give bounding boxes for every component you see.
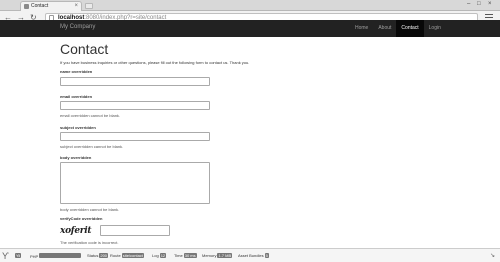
log-badge: 12 bbox=[159, 253, 167, 258]
email-error: email overridden cannot be blank. bbox=[60, 113, 121, 118]
email-input[interactable] bbox=[60, 101, 210, 110]
favicon-icon bbox=[24, 4, 29, 9]
time-badge: 30 ms bbox=[183, 253, 197, 258]
subject-input[interactable] bbox=[60, 132, 210, 141]
name-label: name overridden bbox=[60, 69, 93, 74]
status-block[interactable]: Status 200 bbox=[87, 253, 109, 258]
route-badge: site/contact bbox=[121, 253, 144, 258]
body-label: body overridden bbox=[60, 155, 92, 160]
yii-logo-icon[interactable]: ϒ bbox=[2, 251, 12, 261]
log-label: Log bbox=[152, 253, 159, 258]
asset-bundles-label: Asset Bundles bbox=[238, 253, 264, 258]
nav-about[interactable]: About bbox=[373, 20, 396, 37]
yii-version-block[interactable]: Yii bbox=[14, 253, 22, 258]
contact-form: name overridden email overridden email o… bbox=[60, 0, 260, 248]
asset-bundles-badge: 5 bbox=[264, 253, 269, 258]
verify-code-error: The verification code is incorrect. bbox=[60, 240, 119, 245]
verify-code-label: verifyCode overridden bbox=[60, 216, 103, 221]
status-label: Status bbox=[87, 253, 99, 258]
body-error: body overridden cannot be blank. bbox=[60, 207, 120, 212]
time-label: Time bbox=[174, 253, 183, 258]
memory-label: Memory bbox=[202, 253, 217, 258]
yii-badge: Yii bbox=[15, 253, 22, 258]
nav-login[interactable]: Login bbox=[424, 20, 446, 37]
name-input[interactable] bbox=[60, 77, 210, 86]
php-badge bbox=[39, 253, 82, 258]
verify-code-input[interactable] bbox=[100, 225, 170, 236]
log-block[interactable]: Log 12 bbox=[152, 253, 167, 258]
memory-badge: 1.7 MB bbox=[217, 253, 233, 258]
email-label: email overridden bbox=[60, 94, 93, 99]
minimize-icon[interactable]: – bbox=[467, 1, 470, 7]
nav-links: Home About Contact Login bbox=[350, 20, 446, 37]
subject-error: subject overridden cannot be blank. bbox=[60, 144, 124, 149]
asset-bundles-block[interactable]: Asset Bundles 5 bbox=[238, 253, 269, 258]
route-label: Route bbox=[110, 253, 121, 258]
nav-contact[interactable]: Contact bbox=[396, 20, 424, 37]
nav-home[interactable]: Home bbox=[350, 20, 373, 37]
maximize-icon[interactable]: □ bbox=[477, 1, 481, 7]
memory-block[interactable]: Memory 1.7 MB bbox=[202, 253, 233, 258]
debug-toolbar: ϒ Yii PHP Status 200 Route site/contact Lo… bbox=[0, 248, 500, 262]
status-badge: 200 bbox=[99, 253, 109, 258]
route-block[interactable]: Route site/contact bbox=[110, 253, 144, 258]
captcha-image[interactable]: xoferit bbox=[60, 226, 91, 236]
php-block[interactable]: PHP bbox=[30, 253, 82, 259]
debug-toolbar-toggle-icon[interactable]: ↘ bbox=[490, 252, 495, 259]
body-textarea[interactable] bbox=[60, 162, 210, 204]
close-window-icon[interactable]: × bbox=[488, 1, 492, 7]
php-label: PHP bbox=[30, 254, 39, 259]
subject-label: subject overridden bbox=[60, 125, 96, 130]
time-block[interactable]: Time 30 ms bbox=[174, 253, 197, 258]
tab-title: Contact bbox=[31, 3, 49, 9]
